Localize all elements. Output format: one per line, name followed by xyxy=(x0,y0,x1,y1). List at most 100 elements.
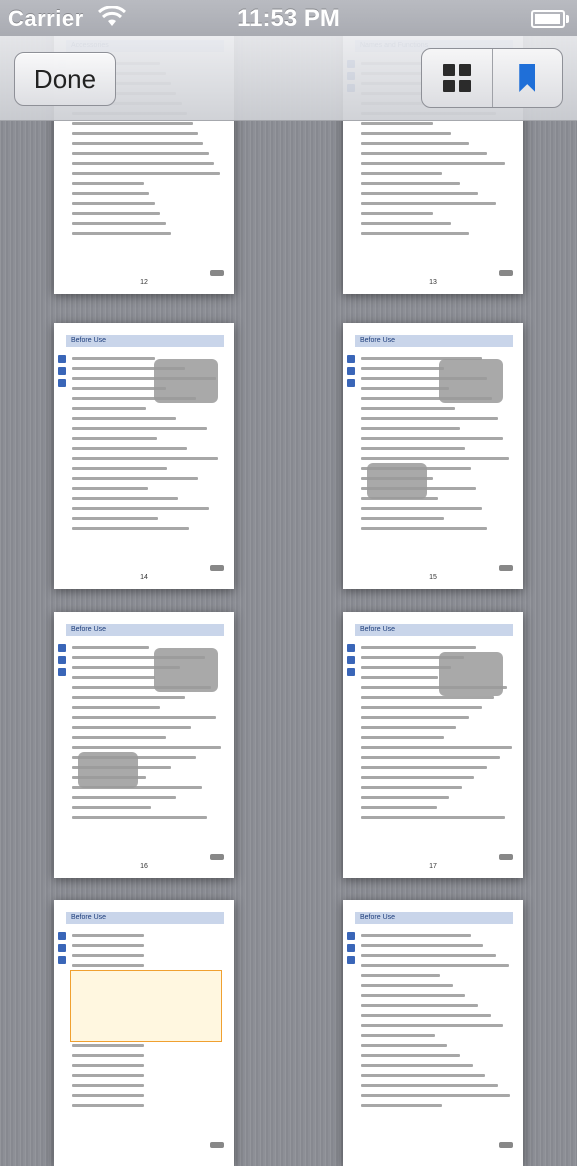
text-line xyxy=(72,964,144,967)
text-line xyxy=(361,142,469,145)
text-line xyxy=(72,1104,144,1107)
text-line xyxy=(72,172,220,175)
text-line xyxy=(72,726,191,729)
text-line xyxy=(72,1064,144,1067)
next-page-marker xyxy=(499,565,513,571)
camera-illustration xyxy=(78,752,138,788)
text-line xyxy=(361,182,460,185)
text-line xyxy=(361,706,482,709)
text-line xyxy=(72,816,207,819)
page-number: 14 xyxy=(140,574,148,581)
text-line xyxy=(361,954,496,957)
status-bar: Carrier 11:53 PM xyxy=(0,0,577,36)
bookmarks-view-button[interactable] xyxy=(491,49,563,107)
next-page-marker xyxy=(499,854,513,860)
page-header-bar: Before Use xyxy=(355,624,513,636)
page-thumbnail[interactable]: Before Use 14 xyxy=(54,323,234,589)
page-header-bar: Before Use xyxy=(66,335,224,347)
text-line xyxy=(361,447,466,450)
page-side-icons xyxy=(347,932,355,968)
text-line xyxy=(72,152,209,155)
text-line xyxy=(361,407,455,410)
text-line xyxy=(361,964,509,967)
view-mode-segmented-control xyxy=(421,48,563,108)
text-line xyxy=(72,427,207,430)
text-line xyxy=(72,407,146,410)
text-line xyxy=(361,676,439,679)
next-page-marker xyxy=(499,270,513,276)
page-number: 15 xyxy=(429,574,437,581)
text-line xyxy=(72,517,159,520)
text-line xyxy=(361,776,475,779)
text-line xyxy=(72,222,166,225)
page-section-title: Before Use xyxy=(71,337,107,344)
thumbnail-grid-icon xyxy=(442,64,471,92)
text-line xyxy=(72,387,166,390)
text-line xyxy=(361,806,437,809)
text-line xyxy=(72,212,161,215)
text-line xyxy=(72,1054,144,1057)
text-line xyxy=(361,934,471,937)
text-line xyxy=(361,716,469,719)
battery-icon xyxy=(531,10,569,28)
text-line xyxy=(72,182,144,185)
text-line xyxy=(72,437,157,440)
text-line xyxy=(361,666,451,669)
page-thumbnail[interactable]: Before Use 16 xyxy=(54,612,234,878)
text-line xyxy=(361,796,450,799)
text-line xyxy=(361,1064,473,1067)
text-line xyxy=(72,646,150,649)
text-line xyxy=(361,152,487,155)
text-line xyxy=(72,232,171,235)
next-page-marker xyxy=(210,854,224,860)
text-line xyxy=(72,132,198,135)
text-line xyxy=(72,417,177,420)
camera-illustration xyxy=(439,652,503,696)
text-line xyxy=(361,1074,486,1077)
thumbnails-view-button[interactable] xyxy=(422,49,492,107)
text-line xyxy=(72,527,189,530)
page-thumbnail[interactable]: Before Use xyxy=(54,900,234,1166)
page-number: 17 xyxy=(429,863,437,870)
text-line xyxy=(72,716,216,719)
text-line xyxy=(361,1084,498,1087)
camera-illustration xyxy=(439,359,503,403)
text-line xyxy=(72,696,186,699)
text-line xyxy=(361,122,433,125)
text-line xyxy=(361,417,498,420)
bookmark-icon xyxy=(519,64,536,92)
page-number: 12 xyxy=(140,279,148,286)
text-line xyxy=(72,477,198,480)
text-line xyxy=(361,1034,435,1037)
text-line xyxy=(72,487,148,490)
page-thumbnail[interactable]: Before Use xyxy=(343,900,523,1166)
text-line xyxy=(72,944,144,947)
next-page-marker xyxy=(210,565,224,571)
text-line xyxy=(361,1004,478,1007)
page-thumbnail[interactable]: Before Use 15 xyxy=(343,323,523,589)
text-line xyxy=(361,696,495,699)
status-time: 11:53 PM xyxy=(237,5,340,32)
text-line xyxy=(361,984,453,987)
text-line xyxy=(72,202,155,205)
text-line xyxy=(72,1074,144,1077)
page-section-title: Before Use xyxy=(360,626,396,633)
done-button[interactable]: Done xyxy=(14,52,116,106)
text-line xyxy=(72,122,193,125)
text-line xyxy=(72,806,152,809)
page-header-bar: Before Use xyxy=(66,624,224,636)
text-line xyxy=(361,1024,504,1027)
text-line xyxy=(361,994,466,997)
text-line xyxy=(361,507,482,510)
text-line xyxy=(72,1094,144,1097)
page-section-title: Before Use xyxy=(71,914,107,921)
camera-illustration xyxy=(154,648,218,692)
text-line xyxy=(361,232,469,235)
text-line xyxy=(361,746,513,749)
text-line xyxy=(361,1104,442,1107)
page-section-title: Before Use xyxy=(71,626,107,633)
text-line xyxy=(361,1044,448,1047)
text-line xyxy=(72,706,161,709)
text-line xyxy=(72,1044,144,1047)
page-thumbnail[interactable]: Before Use 17 xyxy=(343,612,523,878)
